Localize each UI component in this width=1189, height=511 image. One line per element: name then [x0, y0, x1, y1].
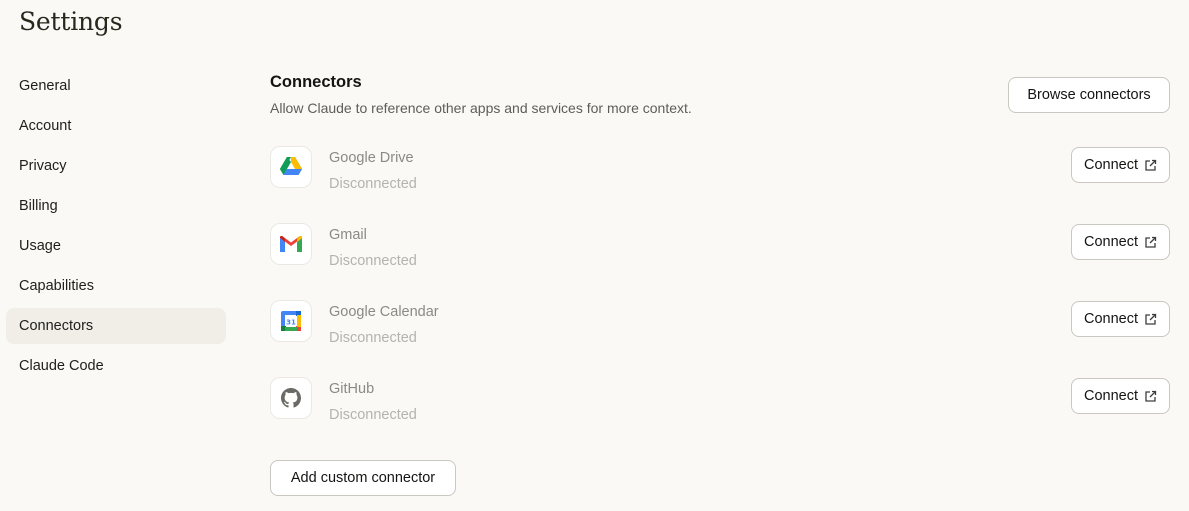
external-link-icon [1144, 390, 1157, 403]
connect-label: Connect [1083, 311, 1138, 327]
connect-gmail-button[interactable]: Connect [1071, 224, 1170, 260]
connector-status: Disconnected [329, 253, 417, 269]
sidebar-item-connectors[interactable]: Connectors [6, 308, 226, 344]
connector-name: Google Drive [329, 150, 414, 166]
sidebar-item-privacy[interactable]: Privacy [6, 148, 226, 184]
sidebar-item-usage[interactable]: Usage [6, 228, 226, 264]
google-drive-icon [270, 146, 312, 188]
sidebar-item-capabilities[interactable]: Capabilities [6, 268, 226, 304]
connector-row-google-drive: Google Drive Disconnected Connect [270, 146, 1170, 192]
page-title: Settings [19, 7, 123, 36]
section-subtitle: Allow Claude to reference other apps and… [270, 100, 692, 116]
gmail-icon [270, 223, 312, 265]
connector-name: Gmail [329, 227, 367, 243]
external-link-icon [1144, 159, 1157, 172]
external-link-icon [1144, 313, 1157, 326]
settings-sidebar: General Account Privacy Billing Usage Ca… [6, 68, 226, 388]
section-title: Connectors [270, 73, 362, 91]
settings-page: Settings General Account Privacy Billing… [0, 0, 1189, 511]
connector-name: GitHub [329, 381, 375, 397]
connect-github-button[interactable]: Connect [1071, 378, 1170, 414]
sidebar-item-account[interactable]: Account [6, 108, 226, 144]
connect-label: Connect [1083, 157, 1138, 173]
connector-status: Disconnected [329, 176, 417, 192]
sidebar-item-claude-code[interactable]: Claude Code [6, 348, 226, 384]
google-calendar-icon: 31 [270, 300, 312, 342]
connector-status: Disconnected [329, 407, 417, 423]
add-custom-connector-button[interactable]: Add custom connector [270, 460, 456, 496]
connector-row-github: GitHub Disconnected Connect [270, 377, 1170, 423]
sidebar-item-billing[interactable]: Billing [6, 188, 226, 224]
svg-text:31: 31 [286, 319, 296, 327]
connect-google-drive-button[interactable]: Connect [1071, 147, 1170, 183]
connector-name: Google Calendar [329, 304, 439, 320]
connect-google-calendar-button[interactable]: Connect [1071, 301, 1170, 337]
connector-status: Disconnected [329, 330, 417, 346]
browse-connectors-button[interactable]: Browse connectors [1008, 77, 1170, 113]
github-icon [270, 377, 312, 419]
connector-row-google-calendar: 31 Google Calendar Disconnected Connect [270, 300, 1170, 346]
sidebar-item-general[interactable]: General [6, 68, 226, 104]
connect-label: Connect [1083, 388, 1138, 404]
connector-row-gmail: Gmail Disconnected Connect [270, 223, 1170, 269]
external-link-icon [1144, 236, 1157, 249]
connect-label: Connect [1083, 234, 1138, 250]
